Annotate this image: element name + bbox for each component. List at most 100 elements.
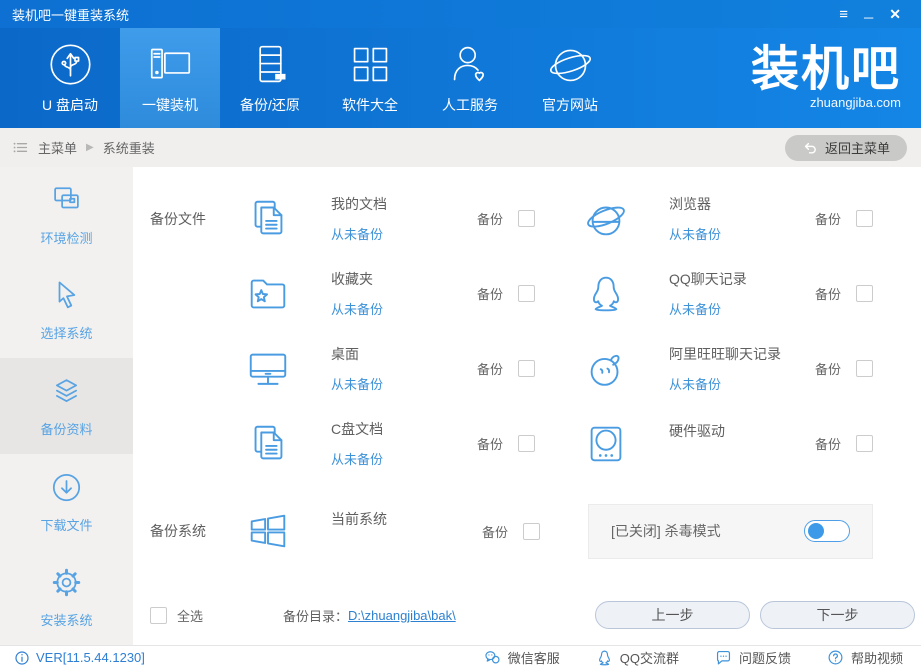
backup-dir-link[interactable]: D:\zhuangjiba\bak\ — [348, 608, 456, 623]
version-text: VER[11.5.44.1230] — [36, 650, 145, 665]
sidebar: 环境检测 选择系统 备份资料 下载文件 安装系统 — [0, 167, 133, 645]
footer-link-label: QQ交流群 — [619, 651, 679, 666]
sidebar-item-select-system[interactable]: 选择系统 — [0, 263, 133, 359]
backup-directory: 备份目录： D:\zhuangjiba\bak\ — [283, 606, 456, 625]
backup-check-label: 备份 — [814, 437, 841, 452]
backup-checkbox[interactable] — [856, 435, 873, 452]
sidebar-item-backup-data[interactable]: 备份资料 — [0, 358, 133, 454]
menu-icon[interactable]: ≡ — [839, 7, 848, 22]
computer-icon — [150, 48, 190, 78]
minimize-icon[interactable]: ─ — [864, 11, 873, 24]
return-arrow-icon — [804, 142, 816, 154]
item-name: 硬件驱动 — [669, 423, 725, 439]
backup-item-current-system: 当前系统 备份 — [245, 508, 588, 554]
folder-favorites-icon — [250, 279, 286, 308]
item-name: 我的文档 — [331, 196, 387, 212]
sidebar-item-env-check[interactable]: 环境检测 — [0, 167, 133, 263]
window-title: 装机吧一键重装系统 — [12, 7, 130, 23]
grid-icon — [353, 47, 387, 81]
breadcrumb-separator-icon: ▶ — [86, 142, 94, 153]
item-status: 从未备份 — [669, 302, 722, 317]
item-name: QQ聊天记录 — [669, 271, 747, 287]
title-bar: 装机吧一键重装系统 ≡ ─ ✕ — [0, 0, 921, 28]
footer-link-label: 帮助视频 — [850, 651, 903, 666]
next-step-button[interactable]: 下一步 — [760, 601, 915, 629]
backup-check-label: 备份 — [476, 212, 503, 227]
backup-checkbox[interactable] — [856, 285, 873, 302]
backup-checkbox[interactable] — [856, 360, 873, 377]
item-name: 桌面 — [331, 346, 359, 362]
backup-checkbox[interactable] — [518, 360, 535, 377]
tab-software[interactable]: 软件大全 — [320, 28, 420, 128]
tab-label: 备份/还原 — [240, 96, 300, 113]
footer-link-label: 问题反馈 — [738, 651, 791, 666]
system-section-label: 备份系统 — [150, 523, 206, 539]
window-controls: ≡ ─ ✕ — [839, 7, 909, 24]
help-video-link[interactable]: 帮助视频 — [827, 648, 903, 667]
hardware-driver-icon — [590, 426, 622, 461]
backup-row: C盘文档 从未备份 备份 硬件驱动 备份 — [133, 406, 921, 481]
app-window: 装机吧一键重装系统 ≡ ─ ✕ U 盘启动 一键装机 备份/还原 软件大全 人工… — [0, 0, 921, 669]
breadcrumb-current: 系统重装 — [102, 141, 155, 156]
gear-icon — [52, 568, 81, 597]
backup-checkbox[interactable] — [518, 210, 535, 227]
logo-domain: zhuangjiba.com — [809, 95, 901, 111]
previous-step-button[interactable]: 上一步 — [595, 601, 750, 629]
breadcrumb-root[interactable]: 主菜单 — [38, 138, 77, 157]
tab-official-site[interactable]: 官方网站 — [520, 28, 620, 128]
globe-icon — [549, 49, 591, 81]
antivirus-toggle[interactable] — [804, 520, 850, 542]
env-check-icon — [54, 187, 79, 209]
backup-checkbox[interactable] — [523, 522, 540, 540]
footer-links: 微信客服 QQ交流群 问题反馈 帮助视频 — [484, 648, 903, 667]
documents-icon — [254, 425, 283, 459]
back-to-main-menu-button[interactable]: 返回主菜单 — [785, 134, 907, 161]
backup-checkbox[interactable] — [518, 435, 535, 452]
logo-text: 装机吧 — [750, 43, 901, 96]
tab-label: 官方网站 — [542, 96, 598, 113]
backup-row: 收藏夹 从未备份 备份 QQ聊天记录 从未备份 备份 — [133, 256, 921, 331]
tab-label: 软件大全 — [342, 96, 398, 113]
item-status: 从未备份 — [331, 302, 384, 317]
sidebar-item-install-system[interactable]: 安装系统 — [0, 549, 133, 645]
tab-usb-boot[interactable]: U 盘启动 — [20, 28, 120, 128]
wechat-service-link[interactable]: 微信客服 — [484, 648, 560, 667]
tab-one-key-install[interactable]: 一键装机 — [120, 28, 220, 128]
browser-icon — [587, 206, 625, 235]
select-all-checkbox[interactable] — [150, 606, 167, 624]
wangwang-icon — [590, 354, 620, 386]
backup-item-qq-history: QQ聊天记录 从未备份 备份 — [583, 269, 921, 318]
backup-system-row: 备份系统 当前系统 备份 [已关闭] 杀毒模式 — [133, 487, 921, 575]
back-button-label: 返回主菜单 — [824, 141, 890, 156]
footer: VER[11.5.44.1230] 微信客服 QQ交流群 问题反馈 帮助视频 — [0, 645, 921, 669]
version-info: VER[11.5.44.1230] — [14, 650, 145, 666]
toggle-knob — [808, 523, 824, 539]
desktop-icon — [249, 353, 287, 385]
file-section-label: 备份文件 — [150, 210, 206, 227]
tab-backup-restore[interactable]: 备份/还原 — [220, 28, 320, 128]
qq-icon — [592, 276, 620, 311]
question-circle-icon — [828, 650, 843, 665]
item-name: 阿里旺旺聊天记录 — [669, 346, 781, 362]
feedback-link[interactable]: 问题反馈 — [715, 648, 791, 667]
sidebar-item-label: 下载文件 — [40, 517, 93, 533]
sidebar-item-download-files[interactable]: 下载文件 — [0, 454, 133, 550]
backup-item-favorites: 收藏夹 从未备份 备份 — [245, 269, 583, 318]
backup-checkbox[interactable] — [518, 285, 535, 302]
person-icon — [453, 46, 484, 81]
select-all: 全选 — [133, 606, 203, 625]
tab-human-service[interactable]: 人工服务 — [420, 28, 520, 128]
item-status: 从未备份 — [331, 227, 384, 242]
item-status: 从未备份 — [331, 377, 384, 392]
backup-checkbox[interactable] — [856, 210, 873, 227]
item-status — [331, 539, 482, 554]
close-icon[interactable]: ✕ — [889, 7, 901, 21]
item-status: 从未备份 — [331, 452, 384, 467]
qq-group-link[interactable]: QQ交流群 — [596, 648, 679, 667]
select-all-label: 全选 — [177, 608, 204, 624]
backup-item-desktop: 桌面 从未备份 备份 — [245, 344, 583, 393]
backup-item-hardware-driver: 硬件驱动 备份 — [583, 421, 921, 467]
documents-icon — [254, 200, 283, 234]
main-nav: U 盘启动 一键装机 备份/还原 软件大全 人工服务 官方网站 装机吧 zhua… — [0, 28, 921, 128]
backup-item-c-drive-docs: C盘文档 从未备份 备份 — [245, 419, 583, 468]
